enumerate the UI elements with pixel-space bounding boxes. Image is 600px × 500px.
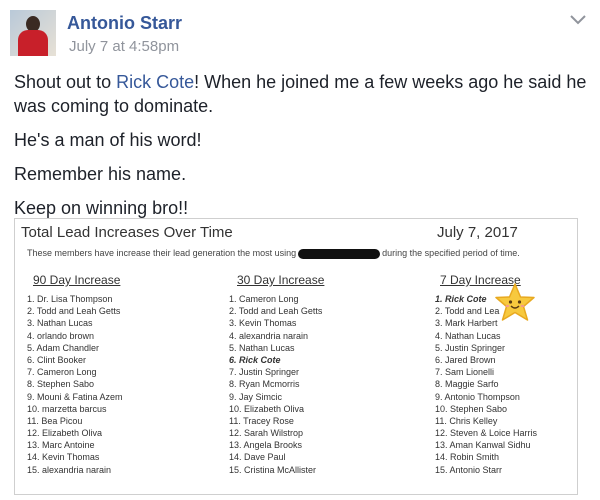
ranking-row: 10. Stephen Sabo (435, 403, 508, 414)
post-paragraph: Keep on winning bro!! (14, 198, 189, 218)
ranking-row: 3. Nathan Lucas (27, 318, 93, 329)
post-paragraph: Remember his name. (14, 164, 187, 184)
ranking-row: 5. Nathan Lucas (229, 342, 295, 353)
post-timestamp[interactable]: July 7 at 4:58pm (69, 38, 179, 55)
ranking-row: 8. Maggie Sarfo (435, 379, 499, 390)
ranking-row: 14. Robin Smith (435, 452, 500, 463)
ranking-row: 5. Adam Chandler (27, 342, 100, 353)
column-heading-90-day: 90 Day Increase (33, 273, 121, 287)
leaderboard-title: Total Lead Increases Over Time (21, 224, 233, 241)
ranking-row: 7. Sam Lionelli (435, 367, 495, 378)
redaction-bar (298, 248, 381, 259)
facebook-post: Antonio Starr July 7 at 4:58pm Shout out… (0, 0, 600, 500)
ranking-row: 5. Justin Springer (435, 342, 506, 353)
ranking-row: 8. Stephen Sabo (27, 379, 95, 390)
star-sticker-icon (495, 283, 535, 321)
ranking-row: 1. Dr. Lisa Thompson (27, 294, 113, 304)
ranking-list-30-day: 1. Cameron Long 2. Todd and Leah Getts 3. … (229, 293, 322, 476)
ranking-row: 4. Nathan Lucas (435, 330, 501, 341)
ranking-row: 1. Cameron Long (229, 294, 299, 304)
ranking-row: 2. Todd and Leah Getts (27, 306, 121, 317)
ranking-row: 13. Angela Brooks (229, 440, 303, 451)
ranking-row: 14. Kevin Thomas (27, 452, 100, 463)
leaderboard-image[interactable]: Total Lead Increases Over Time July 7, 2… (14, 218, 578, 495)
avatar[interactable] (10, 10, 56, 56)
ranking-row: 2. Todd and Leah Getts (229, 306, 323, 317)
ranking-row: 12. Elizabeth Oliva (27, 428, 103, 439)
post-text: Shout out to Rick Cote! When he joined m… (14, 70, 589, 230)
ranking-row: 15. Cristina McAllister (229, 464, 317, 475)
ranking-row: 10. Elizabeth Oliva (229, 403, 305, 414)
ranking-row: 13. Aman Kanwal Sidhu (435, 440, 531, 451)
chevron-down-icon[interactable] (567, 12, 589, 28)
ranking-row: 7. Cameron Long (27, 367, 97, 378)
ranking-row: 3. Kevin Thomas (229, 318, 297, 329)
leaderboard-date: July 7, 2017 (437, 224, 518, 241)
ranking-row: 9. Mouni & Fatina Azem (27, 391, 123, 402)
ranking-row: 15. alexandria narain (27, 464, 112, 475)
ranking-row: 12. Sarah Wilstrop (229, 428, 304, 439)
ranking-row: 8. Ryan Mcmorris (229, 379, 300, 390)
ranking-row: 13. Marc Antoine (27, 440, 95, 451)
ranking-row: 11. Chris Kelley (435, 415, 498, 426)
post-paragraph: He's a man of his word! (14, 130, 202, 150)
ranking-row: 12. Steven & Loice Harris (435, 428, 538, 439)
ranking-row: 10. marzetta barcus (27, 403, 107, 414)
ranking-row: 9. Jay Simcic (229, 391, 283, 402)
leaderboard-subtitle: These members have increase their lead g… (27, 248, 520, 259)
ranking-row: 6. Clint Booker (27, 354, 87, 365)
author-name[interactable]: Antonio Starr (67, 13, 182, 34)
ranking-row: 4. orlando brown (27, 330, 95, 341)
post-paragraph: Shout out to Rick Cote! When he joined m… (14, 72, 587, 116)
column-heading-30-day: 30 Day Increase (237, 273, 325, 287)
ranking-row: 14. Dave Paul (229, 452, 286, 463)
ranking-row: 6. Rick Cote (229, 354, 281, 365)
ranking-row: 6. Jared Brown (435, 354, 496, 365)
ranking-row: 15. Antonio Starr (435, 464, 503, 475)
ranking-row: 4. alexandria narain (229, 330, 309, 341)
ranking-row: 11. Tracey Rose (229, 415, 294, 426)
ranking-row: 11. Bea Picou (27, 415, 83, 426)
ranking-list-90-day: 1. Dr. Lisa Thompson 2. Todd and Leah Get… (27, 293, 123, 476)
ranking-row: 9. Antonio Thompson (435, 391, 520, 402)
mention-link[interactable]: Rick Cote (116, 72, 194, 92)
ranking-row: 7. Justin Springer (229, 367, 300, 378)
